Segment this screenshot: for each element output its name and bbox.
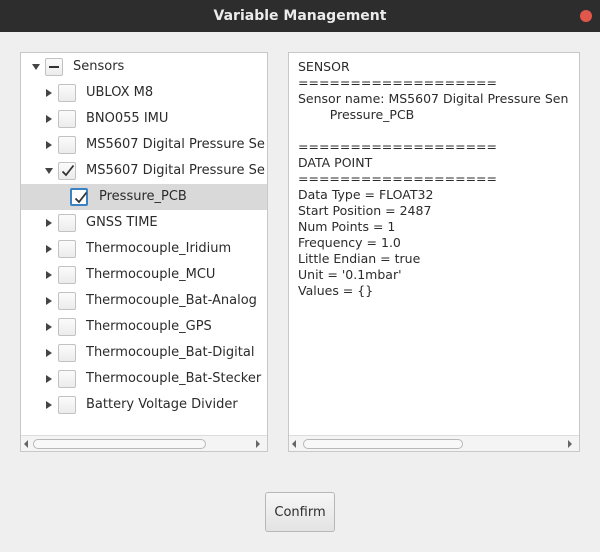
expand-right-arrow-icon[interactable] xyxy=(44,218,54,228)
tree-item[interactable]: Thermocouple_Bat-Stecker xyxy=(21,366,267,392)
details-line: Frequency = 1.0 xyxy=(298,235,401,250)
scroll-left-arrow-icon[interactable] xyxy=(24,440,32,448)
tree-item[interactable]: Thermocouple_GPS xyxy=(21,314,267,340)
tree-item-checkbox[interactable] xyxy=(58,162,76,180)
scroll-left-arrow-icon[interactable] xyxy=(292,440,300,448)
tree-item-checkbox[interactable] xyxy=(58,396,76,414)
expand-down-arrow-icon[interactable] xyxy=(31,62,41,72)
variable-details-panel[interactable]: SENSOR =================== Sensor name: MS… xyxy=(288,52,580,452)
details-line: Data Type = FLOAT32 xyxy=(298,187,434,202)
details-scrollbar-thumb[interactable] xyxy=(303,439,463,449)
expand-right-arrow-icon[interactable] xyxy=(44,296,54,306)
tree-item[interactable]: MS5607 Digital Pressure Se xyxy=(21,158,267,184)
tree-item-checkbox[interactable] xyxy=(45,58,63,76)
tree-item[interactable]: Thermocouple_Bat-Digital xyxy=(21,340,267,366)
tree-item-label: Thermocouple_Bat-Analog xyxy=(86,293,257,308)
tree-item-checkbox[interactable] xyxy=(58,110,76,128)
tree-item[interactable]: Sensors xyxy=(21,54,267,80)
tree-item-checkbox[interactable] xyxy=(58,344,76,362)
title-bar: Variable Management xyxy=(0,0,600,32)
tree-item-checkbox[interactable] xyxy=(58,318,76,336)
expand-right-arrow-icon[interactable] xyxy=(44,244,54,254)
tree-item-label: UBLOX M8 xyxy=(86,85,154,100)
tree-item-label: MS5607 Digital Pressure Se xyxy=(86,137,265,152)
details-line: Sensor name: MS5607 Digital Pressure Sen xyxy=(298,91,569,106)
tree-item-label: Thermocouple_MCU xyxy=(86,267,216,282)
tree-item-label: GNSS TIME xyxy=(86,215,158,230)
details-line: =================== xyxy=(298,75,497,90)
tree-item[interactable]: GNSS TIME xyxy=(21,210,267,236)
close-window-button[interactable] xyxy=(580,10,592,22)
tree-item-label: Pressure_PCB xyxy=(99,189,187,204)
tree-item-label: Sensors xyxy=(73,59,125,74)
tree-item[interactable]: Pressure_PCB xyxy=(21,184,267,210)
tree-item-checkbox[interactable] xyxy=(58,266,76,284)
details-line: Pressure_PCB xyxy=(298,107,415,122)
details-line: DATA POINT xyxy=(298,155,373,170)
tree-item-checkbox[interactable] xyxy=(58,292,76,310)
tree-item-label: Thermocouple_GPS xyxy=(86,319,212,334)
tree-item[interactable]: Thermocouple_Bat-Analog xyxy=(21,288,267,314)
tree-item-checkbox[interactable] xyxy=(58,240,76,258)
details-line: Start Position = 2487 xyxy=(298,203,432,218)
details-horizontal-scrollbar[interactable] xyxy=(289,435,579,451)
expand-right-arrow-icon[interactable] xyxy=(44,88,54,98)
details-line: =================== xyxy=(298,171,497,186)
details-line xyxy=(298,123,579,139)
window-title: Variable Management xyxy=(213,8,387,24)
tree-item-checkbox[interactable] xyxy=(70,188,88,206)
tree-item[interactable]: UBLOX M8 xyxy=(21,80,267,106)
expand-down-arrow-icon[interactable] xyxy=(44,166,54,176)
tree-item[interactable]: MS5607 Digital Pressure Se xyxy=(21,132,267,158)
tree-item[interactable]: BNO055 IMU xyxy=(21,106,267,132)
scroll-right-arrow-icon[interactable] xyxy=(568,440,576,448)
expand-right-arrow-icon[interactable] xyxy=(44,270,54,280)
tree-item-label: Thermocouple_Iridium xyxy=(86,241,232,256)
details-line: Num Points = 1 xyxy=(298,219,396,234)
tree-horizontal-scrollbar[interactable] xyxy=(21,435,267,451)
tree-scrollbar-thumb[interactable] xyxy=(33,439,206,449)
sensor-tree[interactable]: Sensors UBLOX M8 BNO055 IMU MS5607 Digital … xyxy=(21,53,267,435)
expand-right-arrow-icon[interactable] xyxy=(44,322,54,332)
tree-item-checkbox[interactable] xyxy=(58,136,76,154)
tree-item-checkbox[interactable] xyxy=(58,370,76,388)
tree-item-checkbox[interactable] xyxy=(58,84,76,102)
details-line: Little Endian = true xyxy=(298,251,421,266)
expand-right-arrow-icon[interactable] xyxy=(44,400,54,410)
details-line: SENSOR xyxy=(298,59,350,74)
tree-item-label: Battery Voltage Divider xyxy=(86,397,238,412)
tree-item-label: MS5607 Digital Pressure Se xyxy=(86,163,265,178)
sensor-tree-panel[interactable]: Sensors UBLOX M8 BNO055 IMU MS5607 Digital … xyxy=(20,52,268,452)
tree-item[interactable]: Thermocouple_MCU xyxy=(21,262,267,288)
tree-item-label: Thermocouple_Bat-Digital xyxy=(86,345,255,360)
details-line: =================== xyxy=(298,139,497,154)
expand-right-arrow-icon[interactable] xyxy=(44,348,54,358)
expand-right-arrow-icon[interactable] xyxy=(44,114,54,124)
tree-item[interactable]: Battery Voltage Divider xyxy=(21,392,267,418)
tree-item[interactable]: Thermocouple_Iridium xyxy=(21,236,267,262)
details-line: Values = {} xyxy=(298,283,374,298)
expand-right-arrow-icon[interactable] xyxy=(44,374,54,384)
tree-item-checkbox[interactable] xyxy=(58,214,76,232)
tree-item-label: BNO055 IMU xyxy=(86,111,169,126)
expand-right-arrow-icon[interactable] xyxy=(44,140,54,150)
scroll-right-arrow-icon[interactable] xyxy=(256,440,264,448)
variable-details-text: SENSOR =================== Sensor name: MS… xyxy=(298,59,579,435)
tree-item-label: Thermocouple_Bat-Stecker xyxy=(86,371,262,386)
details-line: Unit = '0.1mbar' xyxy=(298,267,402,282)
confirm-button[interactable]: Confirm xyxy=(265,492,335,532)
